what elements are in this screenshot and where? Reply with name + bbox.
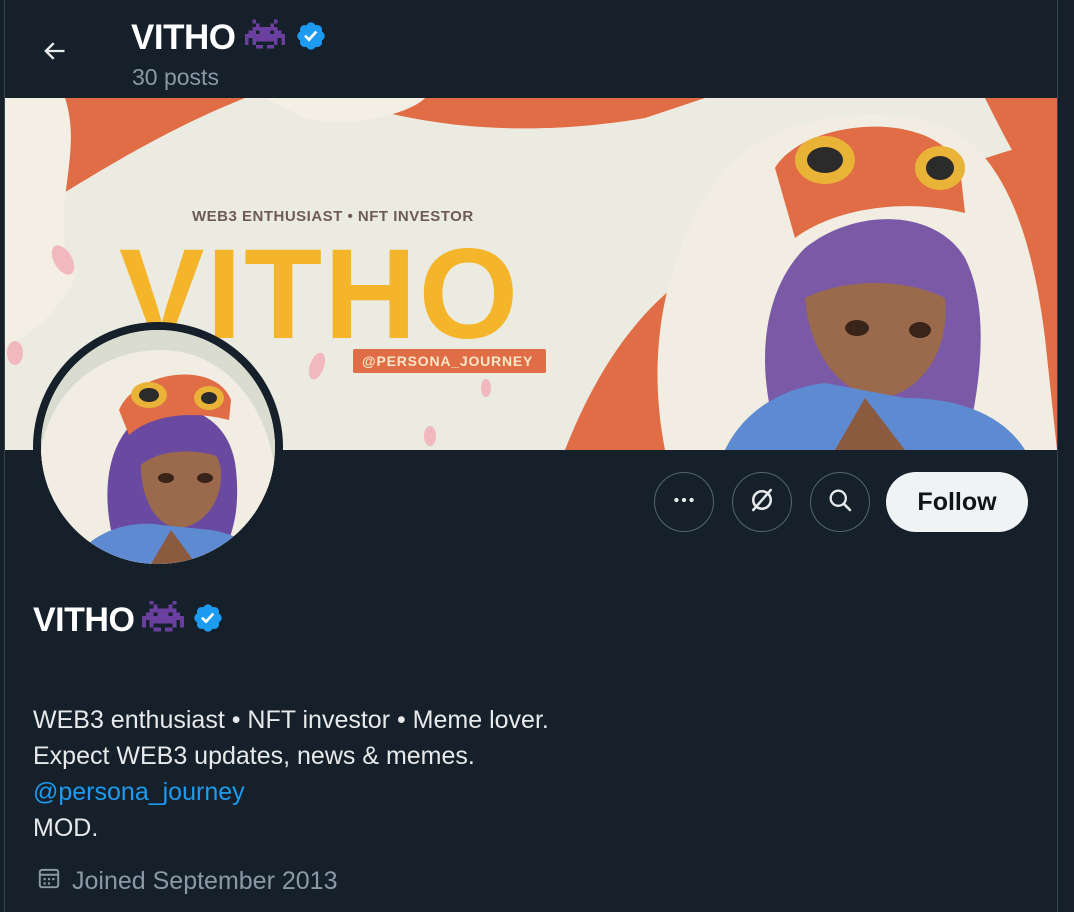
banner-handle-tag: @PERSONA_JOURNEY	[362, 353, 533, 369]
grok-button[interactable]	[732, 472, 792, 532]
verified-badge-icon[interactable]	[295, 20, 327, 57]
header-post-count: 30 posts	[132, 64, 219, 90]
more-button[interactable]	[654, 472, 714, 532]
avatar-image	[41, 330, 275, 564]
arrow-left-icon	[40, 37, 68, 70]
column-divider-right	[1057, 0, 1058, 912]
avatar[interactable]	[33, 322, 283, 572]
profile-name-row: VITHO	[33, 598, 224, 642]
joined-text: Joined September 2013	[72, 866, 338, 895]
calendar-icon	[36, 865, 62, 898]
profile-bio: WEB3 enthusiast • NFT investor • Meme lo…	[33, 702, 933, 846]
bio-line: MOD.	[33, 814, 99, 842]
profile-header: VITHO 30 posts	[5, 0, 1057, 98]
bio-mention-link[interactable]: @persona_journey	[33, 774, 933, 810]
bio-line: WEB3 enthusiast • NFT investor • Meme lo…	[33, 706, 549, 734]
profile-display-name: VITHO	[33, 600, 135, 639]
search-icon	[826, 486, 854, 519]
grok-icon	[747, 485, 777, 520]
follow-button[interactable]: Follow	[886, 472, 1028, 532]
bio-line: Expect WEB3 updates, news & memes.	[33, 742, 475, 770]
more-horizontal-icon	[671, 487, 697, 518]
space-invader-icon	[245, 19, 286, 58]
header-display-name: VITHO	[131, 18, 236, 57]
profile-page: VITHO 30 posts WEB3 ENTHUSIAST • NFT INV…	[0, 0, 1074, 912]
search-profile-button[interactable]	[810, 472, 870, 532]
space-invader-icon	[142, 600, 185, 641]
back-button[interactable]	[31, 30, 77, 76]
joined-date: Joined September 2013	[36, 864, 337, 898]
header-title-row: VITHO	[131, 16, 327, 60]
verified-badge-icon[interactable]	[192, 602, 224, 639]
